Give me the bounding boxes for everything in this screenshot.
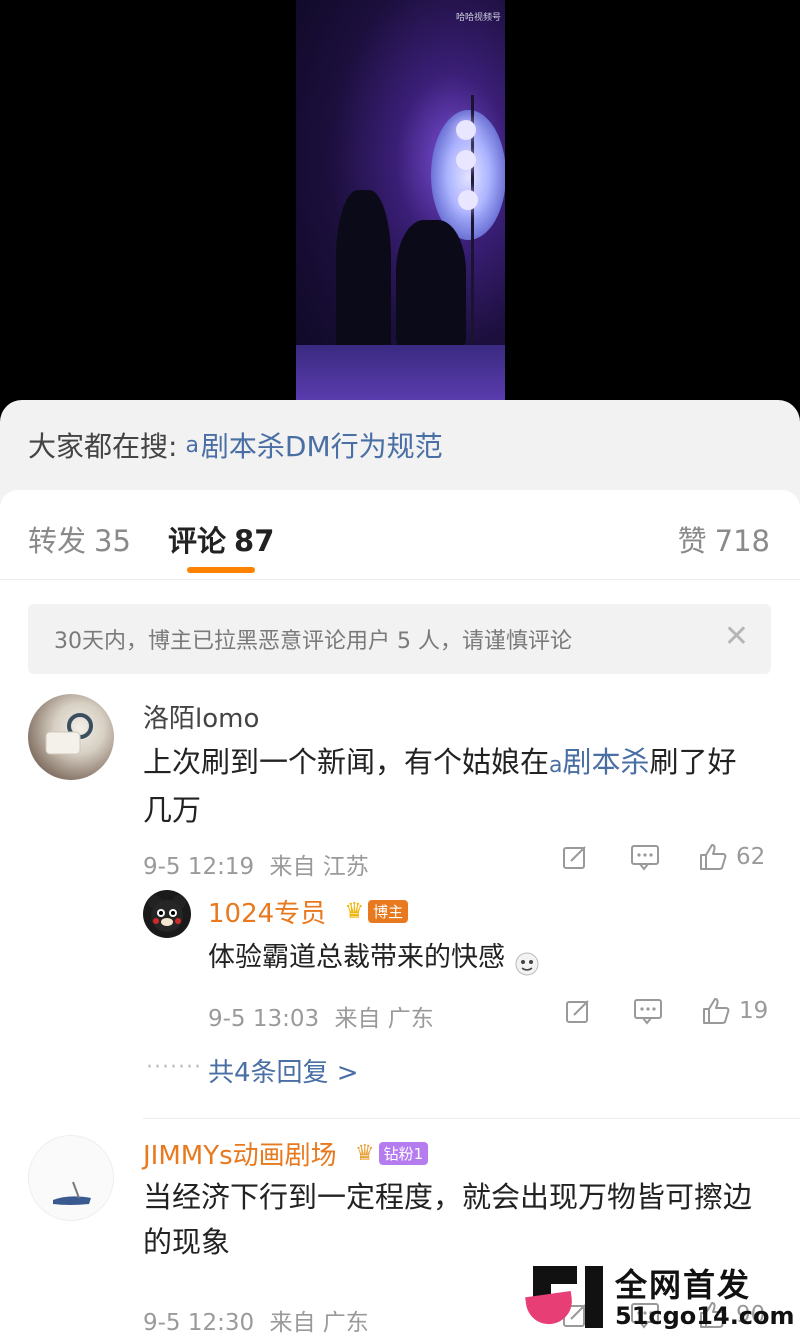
reply-username[interactable]: 1024专员 ♛ 博主	[208, 893, 409, 930]
comment-sheet: 大家都在搜: 𝖺 剧本杀DM行为规范 转发 35 评论 87 赞 718 30天内，博…	[0, 400, 800, 1340]
repost-icon[interactable]	[563, 996, 593, 1026]
tab-repost-label: 转发	[28, 524, 87, 558]
block-notice-text: 30天内，博主已拉黑恶意评论用户 5 人，请谨慎评论	[54, 629, 572, 654]
site-logo-overlay: 全网首发 51cgo14.com	[525, 1258, 800, 1340]
avatar-image	[45, 713, 93, 755]
logo-domain-text: 51cgo14.com	[615, 1302, 795, 1330]
video-frame[interactable]: 哈哈视频号	[296, 0, 505, 400]
bear-icon	[148, 895, 186, 932]
active-tab-indicator	[187, 567, 255, 573]
author-badge: 博主	[368, 900, 409, 923]
hot-search-prefix: 大家都在搜:	[28, 430, 178, 463]
topic-link-label: 剧本杀	[562, 745, 650, 779]
comment-time: 9-5 12:30	[143, 1310, 255, 1336]
reply-actions: 19	[563, 996, 768, 1026]
tab-like-label: 赞	[677, 524, 707, 558]
person-silhouette	[396, 220, 466, 350]
logo-mark	[585, 1266, 603, 1328]
comment-time: 9-5 12:19	[143, 854, 255, 880]
reply-text-label: 体验霸道总裁带来的快感	[208, 942, 505, 973]
reply-username-label: 1024专员	[208, 899, 327, 929]
comment-location: 来自 广东	[269, 1310, 369, 1336]
tab-like[interactable]: 赞 718	[678, 518, 770, 560]
video-area[interactable]: 哈哈视频号	[0, 0, 800, 400]
comment-text: 上次刷到一个新闻，有个姑娘在𝖺剧本杀刷了好几万	[143, 740, 763, 833]
comment-username[interactable]: JIMMYs动画剧场 ♛ 钻粉1	[143, 1135, 429, 1172]
comment-location: 来自 江苏	[269, 854, 369, 880]
comment-icon[interactable]	[630, 842, 660, 872]
topic-link[interactable]: 𝖺剧本杀	[549, 745, 650, 779]
stage-lamp	[458, 190, 478, 210]
reply-location: 来自 广东	[334, 1006, 434, 1032]
stage-lamp	[456, 120, 476, 140]
search-icon: 𝖺	[185, 432, 199, 458]
fan-badge: 钻粉1	[378, 1142, 429, 1165]
avatar-image	[53, 1181, 91, 1205]
search-icon: 𝖺	[549, 753, 563, 778]
emoji-icon	[514, 946, 540, 975]
more-replies-link[interactable]: 共4条回复 >	[208, 1052, 359, 1089]
avatar[interactable]	[28, 1135, 114, 1221]
logo-mark-pink	[525, 1290, 575, 1328]
reply-meta: 9-5 13:03 来自 广东	[208, 999, 434, 1033]
avatar[interactable]	[28, 694, 114, 780]
comment-meta: 9-5 12:30 来自 广东	[143, 1303, 369, 1337]
repost-icon[interactable]	[560, 842, 590, 872]
person-silhouette	[336, 190, 391, 360]
tab-bar: 转发 35 评论 87 赞 718	[0, 490, 800, 580]
close-icon[interactable]: ✕	[724, 622, 749, 652]
tab-like-count: 718	[714, 524, 770, 558]
comment-actions: 62	[560, 842, 765, 872]
tab-repost[interactable]: 转发 35	[28, 518, 131, 560]
comment-item: 洛陌lomo 上次刷到一个新闻，有个姑娘在𝖺剧本杀刷了好几万 9-5 12:19…	[0, 690, 800, 1090]
like-icon[interactable]	[701, 996, 731, 1026]
comment-username[interactable]: 洛陌lomo	[143, 698, 259, 735]
hot-search-bar[interactable]: 大家都在搜: 𝖺 剧本杀DM行为规范	[0, 400, 800, 490]
like-icon[interactable]	[698, 842, 728, 872]
crown-icon: ♛	[354, 1141, 375, 1166]
comment-text: 当经济下行到一定程度，就会出现万物皆可擦边的现象	[143, 1180, 753, 1259]
tab-comment[interactable]: 评论 87	[168, 518, 274, 560]
reply-avatar[interactable]	[143, 890, 191, 938]
reply-text: 体验霸道总裁带来的快感	[208, 935, 800, 980]
comment-divider	[143, 1118, 800, 1119]
comment-text-before: 上次刷到一个新闻，有个姑娘在	[143, 745, 550, 779]
video-watermark: 哈哈视频号	[456, 13, 502, 23]
block-notice: 30天内，博主已拉黑恶意评论用户 5 人，请谨慎评论 ✕	[28, 604, 771, 674]
tab-comment-label: 评论	[168, 524, 227, 558]
comment-icon[interactable]	[633, 996, 663, 1026]
more-replies-dots: ·······	[146, 1055, 202, 1080]
tab-repost-count: 35	[94, 524, 131, 558]
like-count: 19	[739, 998, 769, 1024]
crown-icon: ♛	[344, 899, 365, 924]
comment-meta: 9-5 12:19 来自 江苏	[143, 847, 369, 881]
like-count: 62	[736, 844, 766, 870]
comment-username-label: JIMMYs动画剧场	[143, 1141, 337, 1171]
hot-search-query: 剧本杀DM行为规范	[200, 430, 443, 463]
logo-brand-text: 全网首发	[615, 1266, 752, 1304]
tab-comment-count: 87	[234, 524, 275, 558]
reply-time: 9-5 13:03	[208, 1006, 320, 1032]
stage-floor	[296, 345, 505, 400]
hot-search-link[interactable]: 𝖺 剧本杀DM行为规范	[185, 425, 442, 465]
comments-panel: 转发 35 评论 87 赞 718 30天内，博主已拉黑恶意评论用户 5 人，请谨慎评…	[0, 490, 800, 1340]
stage-lamp	[456, 150, 476, 170]
